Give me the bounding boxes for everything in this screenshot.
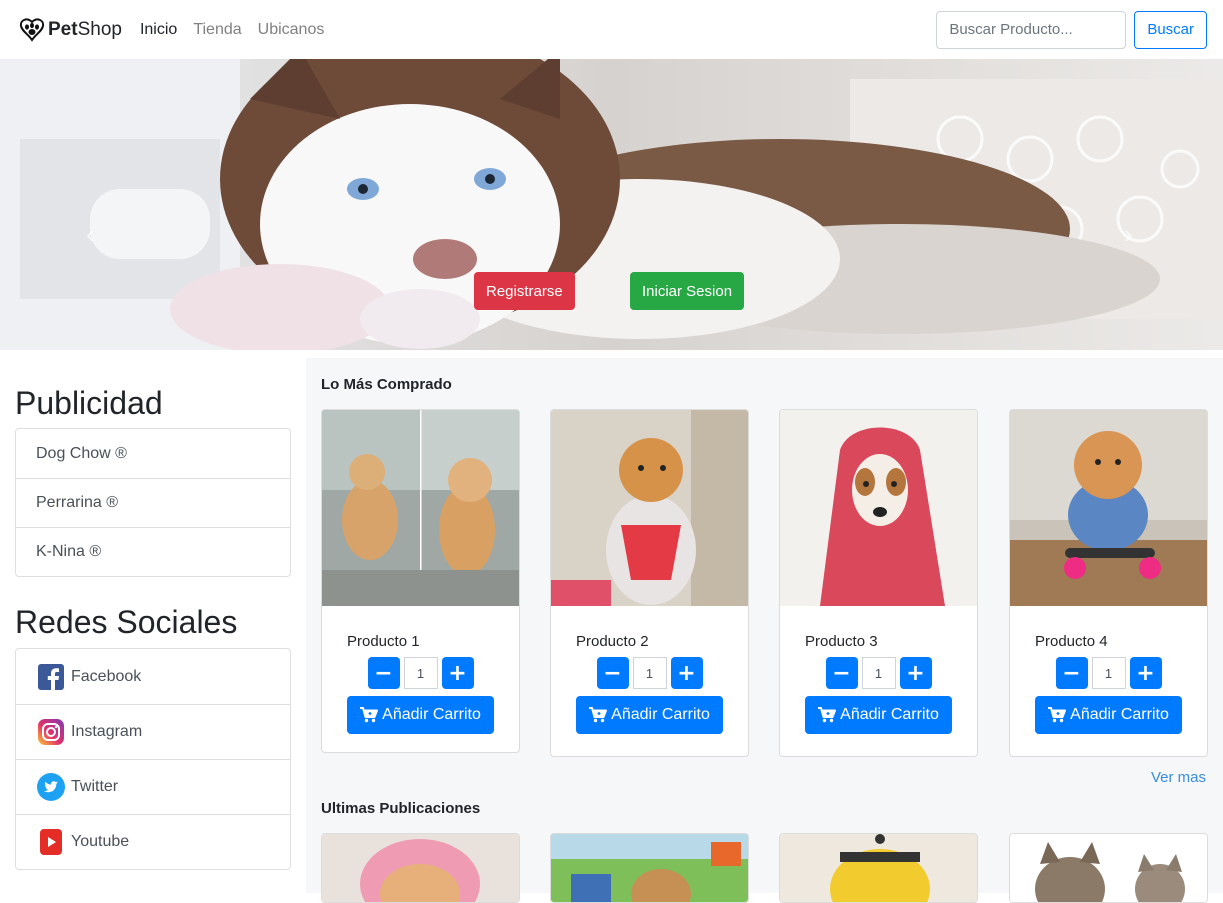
search-button[interactable]: Buscar (1134, 10, 1207, 49)
product-name: Producto 3 (805, 633, 878, 650)
decrement-button[interactable]: − (367, 657, 400, 689)
quantity-stepper: − 1 + (780, 657, 977, 689)
product-name: Producto 2 (576, 633, 649, 650)
add-to-cart-button[interactable]: Añadir Carrito (805, 696, 952, 734)
quantity-input[interactable]: 1 (403, 657, 438, 689)
social-item-instagram[interactable]: Instagram (16, 704, 290, 759)
add-to-cart-button[interactable]: Añadir Carrito (576, 696, 723, 734)
login-button[interactable]: Iniciar Sesion (630, 272, 745, 310)
product-name: Producto 1 (347, 633, 420, 650)
ads-list: Dog Chow ® Perrarina ® K-Nina ® (15, 428, 291, 577)
social-list: Facebook Instagram Twitter Youtube (15, 648, 291, 870)
hero-image-husky-puppy (0, 59, 1223, 350)
brand-name-bold: Pet (48, 18, 78, 40)
register-button[interactable]: Registrarse (474, 272, 575, 310)
carousel-prev-button[interactable]: ‹ (86, 219, 95, 250)
decrement-button[interactable]: − (1055, 657, 1088, 689)
ads-heading: Publicidad (15, 385, 163, 421)
carousel-next-button[interactable]: › (1124, 219, 1133, 250)
sidebar: Publicidad Dog Chow ® Perrarina ® K-Nina… (15, 360, 291, 870)
search-form: Buscar (936, 10, 1207, 49)
social-label-facebook: Facebook (71, 667, 142, 685)
ad-item-dog-chow[interactable]: Dog Chow ® (16, 429, 290, 478)
product-image-dog-in-towel (780, 410, 977, 606)
add-to-cart-label: Añadir Carrito (611, 706, 710, 723)
nav-link-ubicanos[interactable]: Ubicanos (258, 21, 325, 39)
product-name: Producto 4 (1035, 633, 1108, 650)
social-label-twitter: Twitter (71, 778, 119, 795)
product-card: Producto 3 − 1 + Añadir Carrito (779, 409, 978, 757)
paw-icon (19, 17, 45, 42)
product-card: Producto 2 − 1 + Añadir Carrito (550, 409, 749, 757)
cart-icon (589, 707, 608, 723)
add-to-cart-label: Añadir Carrito (382, 706, 481, 723)
quantity-input[interactable]: 1 (861, 657, 896, 689)
best-sellers-heading: Lo Más Comprado (321, 376, 452, 393)
decrement-button[interactable]: − (825, 657, 858, 689)
cart-icon (1048, 707, 1067, 723)
latest-posts-heading: Ultimas Publicaciones (321, 800, 481, 817)
quantity-input[interactable]: 1 (1091, 657, 1126, 689)
cart-icon (360, 707, 379, 723)
social-item-twitter[interactable]: Twitter (16, 759, 290, 814)
add-to-cart-button[interactable]: Añadir Carrito (347, 696, 494, 734)
social-label-instagram: Instagram (71, 723, 143, 740)
social-heading: Redes Sociales (15, 604, 238, 640)
social-item-youtube[interactable]: Youtube (16, 814, 290, 869)
see-more-link[interactable]: Ver mas (1151, 769, 1206, 786)
main-content: Lo Más Comprado Producto 1 − 1 + Añadir … (306, 358, 1223, 903)
nav-link-tienda[interactable]: Tienda (193, 21, 241, 39)
ad-item-perrarina[interactable]: Perrarina ® (16, 478, 290, 527)
quantity-stepper: − 1 + (551, 657, 748, 689)
facebook-icon (37, 663, 65, 691)
social-item-facebook[interactable]: Facebook (16, 649, 290, 704)
youtube-icon (37, 828, 65, 856)
social-label-youtube: Youtube (71, 833, 130, 850)
increment-button[interactable]: + (441, 657, 474, 689)
cart-icon (818, 707, 837, 723)
increment-button[interactable]: + (670, 657, 703, 689)
search-input[interactable] (936, 10, 1127, 49)
add-to-cart-label: Añadir Carrito (840, 706, 939, 723)
hero-carousel: ‹ › Registrarse Iniciar Sesion (0, 59, 1223, 350)
instagram-icon (37, 718, 65, 746)
quantity-stepper: − 1 + (322, 657, 519, 689)
nav-link-inicio[interactable]: Inicio (140, 21, 177, 39)
navbar: Pet Shop Inicio Tienda Ubicanos Buscar (0, 0, 1223, 59)
product-image-golden-puppies (322, 410, 519, 606)
add-to-cart-button[interactable]: Añadir Carrito (1035, 696, 1182, 734)
add-to-cart-label: Añadir Carrito (1070, 706, 1169, 723)
product-card: Producto 1 − 1 + Añadir Carrito (321, 409, 520, 753)
decrement-button[interactable]: − (596, 657, 629, 689)
brand-logo[interactable]: Pet Shop (18, 17, 122, 42)
product-card: Producto 4 − 1 + Añadir Carrito (1009, 409, 1208, 757)
increment-button[interactable]: + (899, 657, 932, 689)
increment-button[interactable]: + (1129, 657, 1162, 689)
product-image-pomeranian-skateboard (1010, 410, 1207, 606)
quantity-input[interactable]: 1 (632, 657, 667, 689)
twitter-icon (37, 773, 65, 801)
brand-name-rest: Shop (77, 18, 122, 40)
product-image-pomeranian-shirt (551, 410, 748, 606)
ad-item-k-nina[interactable]: K-Nina ® (16, 527, 290, 576)
quantity-stepper: − 1 + (1010, 657, 1207, 689)
